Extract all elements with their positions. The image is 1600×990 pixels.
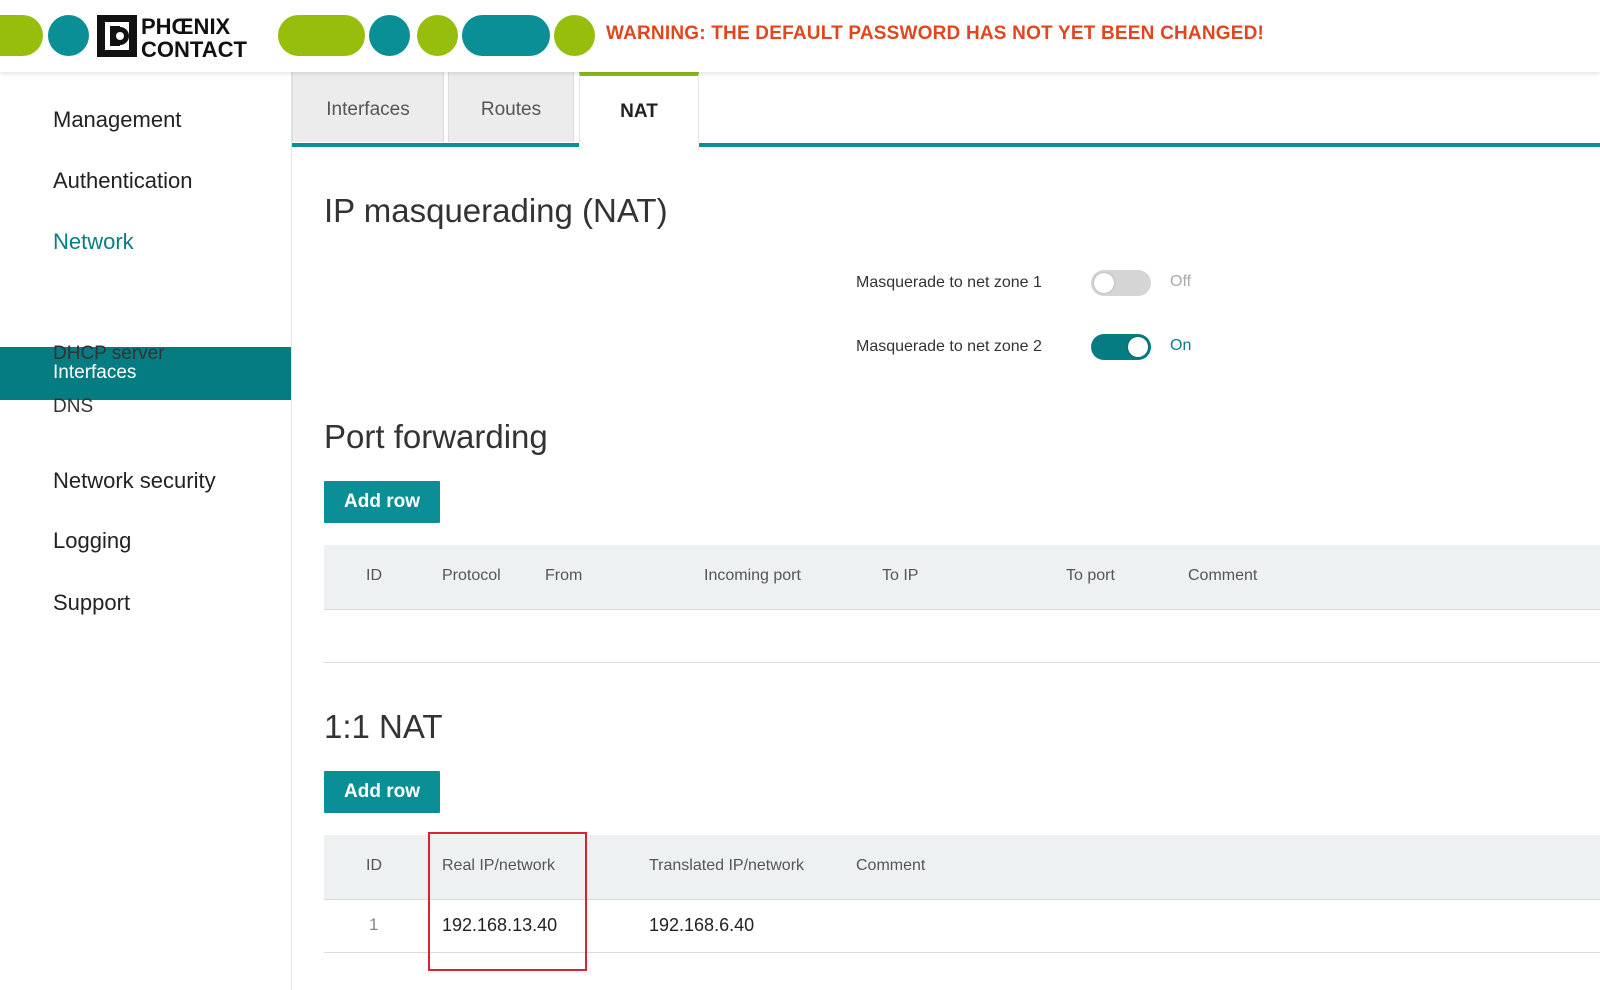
- column-header-comment[interactable]: Comment: [1188, 567, 1257, 585]
- highlight-box: [428, 832, 587, 971]
- toggle-knob: [1128, 337, 1148, 357]
- zone2-toggle[interactable]: [1091, 334, 1151, 360]
- sidebar-item-support[interactable]: Support: [53, 590, 130, 616]
- column-header-protocol[interactable]: Protocol: [442, 567, 501, 585]
- zone2-state: On: [1170, 337, 1192, 354]
- zone1-toggle[interactable]: [1091, 270, 1151, 296]
- sidebar-item-management[interactable]: Management: [53, 107, 181, 133]
- column-header-id[interactable]: ID: [366, 567, 382, 585]
- brand-pill-green: [278, 15, 365, 56]
- brand-pill-teal: [369, 15, 410, 56]
- port-forwarding-add-row-button[interactable]: Add row: [324, 481, 440, 523]
- sidebar-item-authentication[interactable]: Authentication: [53, 168, 192, 194]
- zone1-state: Off: [1170, 273, 1192, 290]
- tab-nat[interactable]: NAT: [579, 72, 699, 150]
- default-password-warning: WARNING: THE DEFAULT PASSWORD HAS NOT YE…: [606, 23, 1265, 44]
- toggle-knob: [1094, 273, 1114, 293]
- active-tab-gap: [579, 143, 699, 147]
- sidebar-subitem-dns[interactable]: DNS: [53, 396, 93, 418]
- port-forwarding-table-header: ID Protocol From Incoming port To IP To …: [324, 545, 1600, 610]
- phoenix-contact-logo[interactable]: PHŒNIX CONTACT: [96, 13, 270, 62]
- column-header-from[interactable]: From: [545, 567, 582, 585]
- brand-pill-teal: [462, 15, 550, 56]
- column-header-to-ip[interactable]: To IP: [882, 567, 918, 585]
- section-title-masquerading: IP masquerading (NAT): [324, 192, 668, 229]
- row-translated-ip[interactable]: 192.168.6.40: [649, 915, 754, 936]
- logo-text-line1: PHŒNIX: [141, 14, 231, 39]
- section-title-port-forwarding: Port forwarding: [324, 418, 548, 455]
- sidebar-item-network[interactable]: Network: [53, 229, 134, 255]
- sidebar: Management Authentication Network Interf…: [0, 72, 292, 990]
- tab-interfaces[interactable]: Interfaces: [292, 72, 444, 142]
- zone1-label: Masquerade to net zone 1: [856, 274, 1042, 291]
- one-to-one-add-row-button[interactable]: Add row: [324, 771, 440, 813]
- brand-pill-green: [0, 15, 43, 56]
- sidebar-item-network-security[interactable]: Network security: [53, 468, 216, 494]
- column-header-translated-ip[interactable]: Translated IP/network: [649, 857, 804, 875]
- column-header-to-port[interactable]: To port: [1066, 567, 1115, 585]
- sidebar-item-logging[interactable]: Logging: [53, 528, 131, 554]
- column-header-id[interactable]: ID: [366, 857, 382, 875]
- zone2-label: Masquerade to net zone 2: [856, 338, 1042, 355]
- sidebar-subitem-interfaces[interactable]: Interfaces: [53, 362, 136, 384]
- brand-pill-teal: [48, 15, 89, 56]
- logo-text-line2: CONTACT: [141, 37, 247, 59]
- sidebar-subitem-dhcp-server[interactable]: DHCP server: [53, 343, 165, 365]
- brand-pill-green: [554, 15, 595, 56]
- section-title-one-to-one-nat: 1:1 NAT: [324, 708, 443, 745]
- column-header-incoming-port[interactable]: Incoming port: [704, 567, 801, 585]
- tab-underline: [292, 143, 1600, 147]
- port-forwarding-empty-row-line: [324, 662, 1600, 663]
- column-header-comment[interactable]: Comment: [856, 857, 925, 875]
- brand-pill-green: [417, 15, 458, 56]
- top-header: PHŒNIX CONTACT WARNING: THE DEFAULT PASS…: [0, 0, 1600, 72]
- tab-routes[interactable]: Routes: [448, 72, 574, 142]
- row-id: 1: [369, 915, 379, 934]
